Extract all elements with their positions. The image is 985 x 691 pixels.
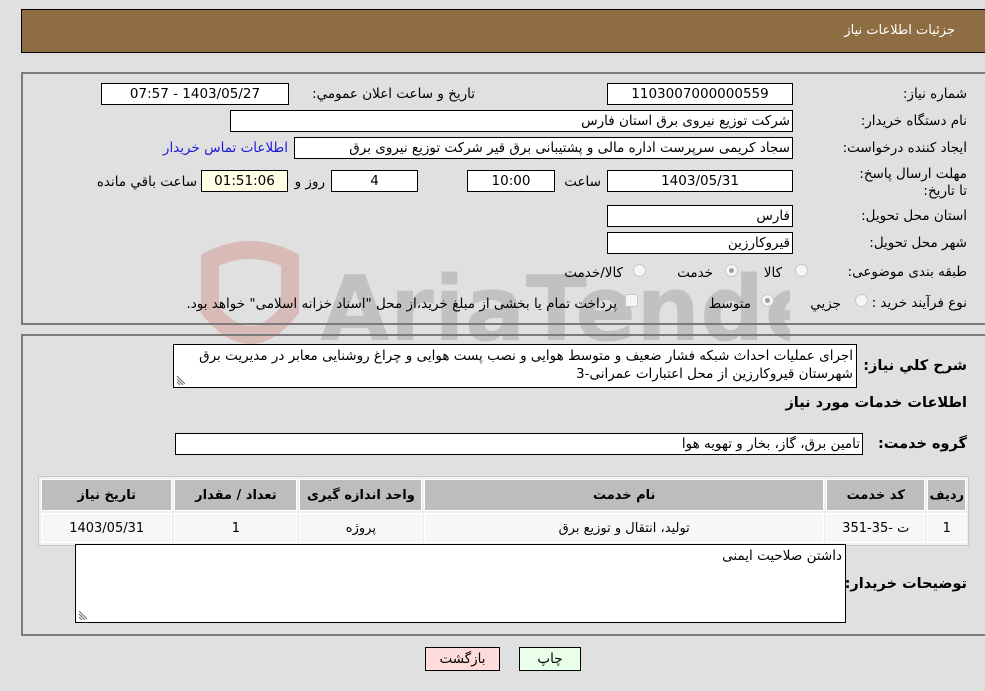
- category-option-goods: کالا: [763, 265, 782, 281]
- page-title: جزئیات اطلاعات نیاز: [844, 23, 955, 38]
- category-label: طبقه بندی موضوعی:: [847, 264, 967, 280]
- buyer-notes-textarea[interactable]: داشتن صلاحیت ایمنی: [75, 544, 846, 623]
- cell-need-date: 1403/05/31: [41, 513, 173, 543]
- table-row: 1 ت -35-351 تولید، انتقال و توزیع برق پر…: [41, 513, 966, 543]
- col-header-row-number: ردیف: [927, 479, 966, 511]
- back-button[interactable]: بازگشت: [425, 647, 500, 671]
- cell-quantity: 1: [174, 513, 298, 543]
- province-field: فارس: [607, 205, 793, 227]
- process-radio-medium[interactable]: [761, 294, 774, 307]
- description-text: اجرای عملیات احداث شبکه فشار ضعیف و متوس…: [199, 348, 853, 382]
- col-header-quantity: تعداد / مقدار: [174, 479, 298, 511]
- days-remaining-field: 4: [331, 170, 418, 192]
- process-option-minor: جزيي: [810, 296, 841, 312]
- creator-field: سجاد کریمی سرپرست اداره مالی و پشتیبانی …: [294, 137, 793, 159]
- cell-unit: پروژه: [299, 513, 423, 543]
- category-radio-goods[interactable]: [795, 264, 808, 277]
- announce-date-field: 1403/05/27 - 07:57: [101, 83, 289, 105]
- col-header-service-code: کد خدمت: [826, 479, 926, 511]
- buyer-notes-text: داشتن صلاحیت ایمنی: [722, 548, 842, 564]
- buyer-notes-label: توضیحات خریدار:: [844, 576, 967, 592]
- col-header-service-name: نام خدمت: [424, 479, 825, 511]
- category-radio-goods-service[interactable]: [633, 264, 646, 277]
- description-label: شرح كلي نياز:: [863, 358, 967, 374]
- resize-grip-icon[interactable]: [78, 611, 87, 620]
- category-option-service: خدمت: [677, 265, 713, 281]
- services-section-title: اطلاعات خدمات مورد نیاز: [785, 395, 967, 411]
- city-field: قیروکارزین: [607, 232, 793, 254]
- services-table: ردیف کد خدمت نام خدمت واحد اندازه گیری ت…: [38, 476, 969, 546]
- cell-service-code: ت -35-351: [826, 513, 926, 543]
- remaining-time-field: 01:51:06: [201, 170, 288, 192]
- province-label: استان محل تحویل:: [861, 208, 967, 224]
- col-header-unit: واحد اندازه گیری: [299, 479, 423, 511]
- remaining-time-label: ساعت باقي مانده: [96, 174, 197, 190]
- category-radio-service[interactable]: [725, 264, 738, 277]
- buyer-org-field: شرکت توزیع نیروی برق استان فارس: [230, 110, 793, 132]
- deadline-date-field: 1403/05/31: [607, 170, 793, 192]
- col-header-need-date: تاریخ نیاز: [41, 479, 173, 511]
- treasury-checkbox[interactable]: [625, 294, 638, 307]
- process-radio-minor[interactable]: [855, 294, 868, 307]
- deadline-label: مهلت ارسال پاسخ: تا تاریخ:: [859, 166, 967, 199]
- print-button[interactable]: چاپ: [519, 647, 581, 671]
- page-header: جزئیات اطلاعات نیاز: [21, 9, 985, 53]
- creator-label: ایجاد کننده درخواست:: [842, 140, 967, 156]
- need-number-label: شماره نیاز:: [902, 86, 967, 102]
- cell-row-number: 1: [927, 513, 966, 543]
- category-option-goods-service: کالا/خدمت: [564, 265, 623, 281]
- service-group-label: گروه خدمت:: [877, 436, 967, 452]
- buyer-contact-link[interactable]: اطلاعات تماس خریدار: [163, 140, 288, 156]
- buyer-org-label: نام دستگاه خریدار:: [860, 113, 967, 129]
- deadline-time-field: 10:00: [467, 170, 555, 192]
- deadline-time-label: ساعت: [564, 174, 601, 190]
- cell-service-name: تولید، انتقال و توزیع برق: [424, 513, 825, 543]
- description-textarea[interactable]: اجرای عملیات احداث شبکه فشار ضعیف و متوس…: [173, 344, 857, 388]
- city-label: شهر محل تحویل:: [869, 235, 967, 251]
- resize-grip-icon[interactable]: [176, 376, 185, 385]
- process-type-label: نوع فرآیند خرید :: [871, 295, 967, 311]
- need-number-field: 1103007000000559: [607, 83, 793, 105]
- service-group-field: تامین برق، گاز، بخار و تهویه هوا: [175, 433, 863, 455]
- table-header-row: ردیف کد خدمت نام خدمت واحد اندازه گیری ت…: [41, 479, 966, 511]
- days-label: روز و: [294, 174, 325, 190]
- process-option-medium: متوسط: [708, 296, 751, 312]
- treasury-note: پرداخت تمام یا بخشی از مبلغ خرید،از محل …: [186, 296, 617, 312]
- announce-date-label: تاريخ و ساعت اعلان عمومي:: [312, 86, 475, 102]
